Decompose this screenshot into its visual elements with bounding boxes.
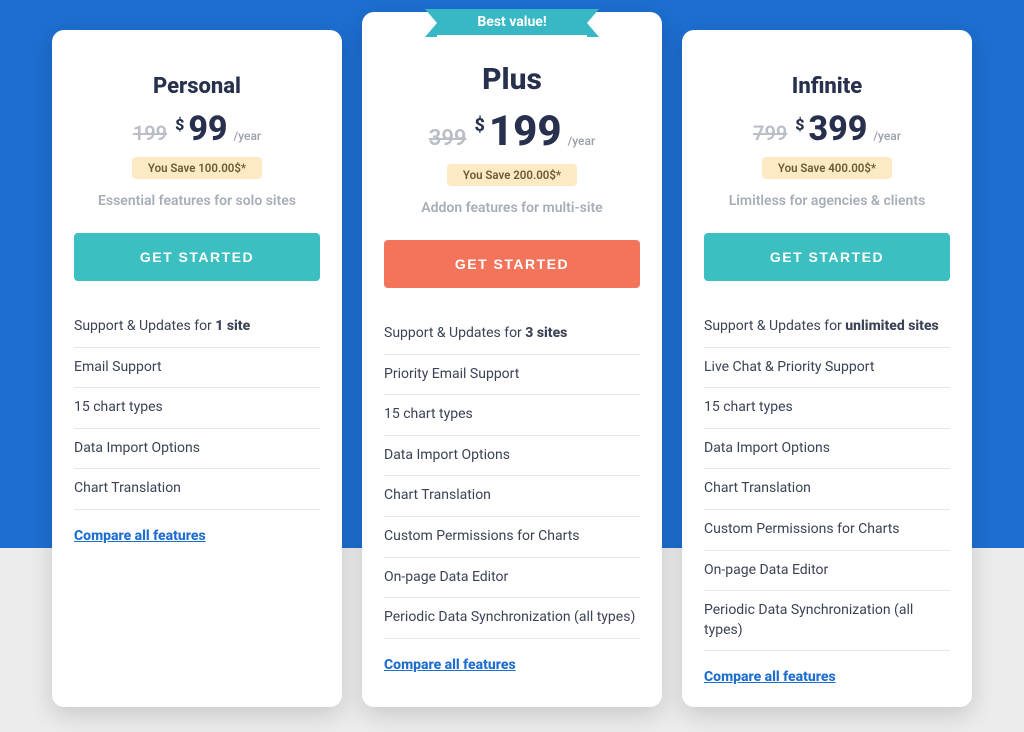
old-price: 399 — [429, 126, 467, 151]
feature-item: Support & Updates for 3 sites — [384, 314, 640, 355]
feature-item: Custom Permissions for Charts — [384, 517, 640, 558]
save-badge: You Save 400.00$* — [762, 157, 892, 179]
price-value: 99 — [188, 109, 227, 149]
price-period: /year — [234, 129, 262, 143]
feature-item: Chart Translation — [384, 476, 640, 517]
feature-item: Chart Translation — [74, 469, 320, 510]
plan-card-plus: Best value! Plus 399 $ 199 /year You Sav… — [362, 12, 662, 707]
best-value-ribbon: Best value! — [437, 9, 587, 35]
price-period: /year — [873, 129, 901, 143]
feature-item: Priority Email Support — [384, 355, 640, 396]
feature-item: Data Import Options — [74, 429, 320, 470]
plan-card-infinite: Infinite 799 $ 399 /year You Save 400.00… — [682, 30, 972, 707]
feature-item: Email Support — [74, 348, 320, 389]
get-started-button[interactable]: GET STARTED — [704, 233, 950, 281]
old-price: 199 — [133, 121, 167, 145]
price-period: /year — [568, 134, 596, 148]
price-line: 399 $ 199 /year — [384, 107, 640, 156]
currency-symbol: $ — [475, 115, 485, 136]
plan-name: Plus — [384, 62, 640, 97]
save-badge: You Save 100.00$* — [132, 157, 262, 179]
plan-tagline: Limitless for agencies & clients — [704, 193, 950, 209]
feature-item: On-page Data Editor — [704, 551, 950, 592]
pricing-plans-row: Personal 199 $ 99 /year You Save 100.00$… — [0, 0, 1024, 707]
feature-item: Data Import Options — [384, 436, 640, 477]
currency-symbol: $ — [795, 115, 804, 134]
price-value: 399 — [809, 109, 868, 149]
feature-item: Support & Updates for 1 site — [74, 307, 320, 348]
feature-item: Periodic Data Synchronization (all types… — [384, 598, 640, 639]
compare-link[interactable]: Compare all features — [384, 657, 516, 673]
compare-link[interactable]: Compare all features — [704, 669, 836, 685]
feature-list: Support & Updates for 3 sites Priority E… — [384, 314, 640, 639]
old-price: 799 — [753, 121, 787, 145]
price-line: 199 $ 99 /year — [74, 109, 320, 149]
get-started-button[interactable]: GET STARTED — [384, 240, 640, 288]
price-value: 199 — [489, 107, 562, 156]
currency-symbol: $ — [175, 115, 184, 134]
feature-item: 15 chart types — [704, 388, 950, 429]
feature-list: Support & Updates for unlimited sites Li… — [704, 307, 950, 651]
plan-tagline: Addon features for multi-site — [384, 200, 640, 216]
get-started-button[interactable]: GET STARTED — [74, 233, 320, 281]
save-badge: You Save 200.00$* — [447, 164, 577, 186]
feature-item: Support & Updates for unlimited sites — [704, 307, 950, 348]
feature-item: Data Import Options — [704, 429, 950, 470]
plan-name: Personal — [74, 74, 320, 99]
feature-list: Support & Updates for 1 site Email Suppo… — [74, 307, 320, 510]
feature-item: Periodic Data Synchronization (all types… — [704, 591, 950, 651]
plan-card-personal: Personal 199 $ 99 /year You Save 100.00$… — [52, 30, 342, 707]
feature-item: Chart Translation — [704, 469, 950, 510]
plan-name: Infinite — [704, 74, 950, 99]
plan-tagline: Essential features for solo sites — [74, 193, 320, 209]
compare-link[interactable]: Compare all features — [74, 528, 206, 544]
feature-item: Live Chat & Priority Support — [704, 348, 950, 389]
feature-item: 15 chart types — [74, 388, 320, 429]
feature-item: 15 chart types — [384, 395, 640, 436]
price-line: 799 $ 399 /year — [704, 109, 950, 149]
feature-item: On-page Data Editor — [384, 558, 640, 599]
feature-item: Custom Permissions for Charts — [704, 510, 950, 551]
